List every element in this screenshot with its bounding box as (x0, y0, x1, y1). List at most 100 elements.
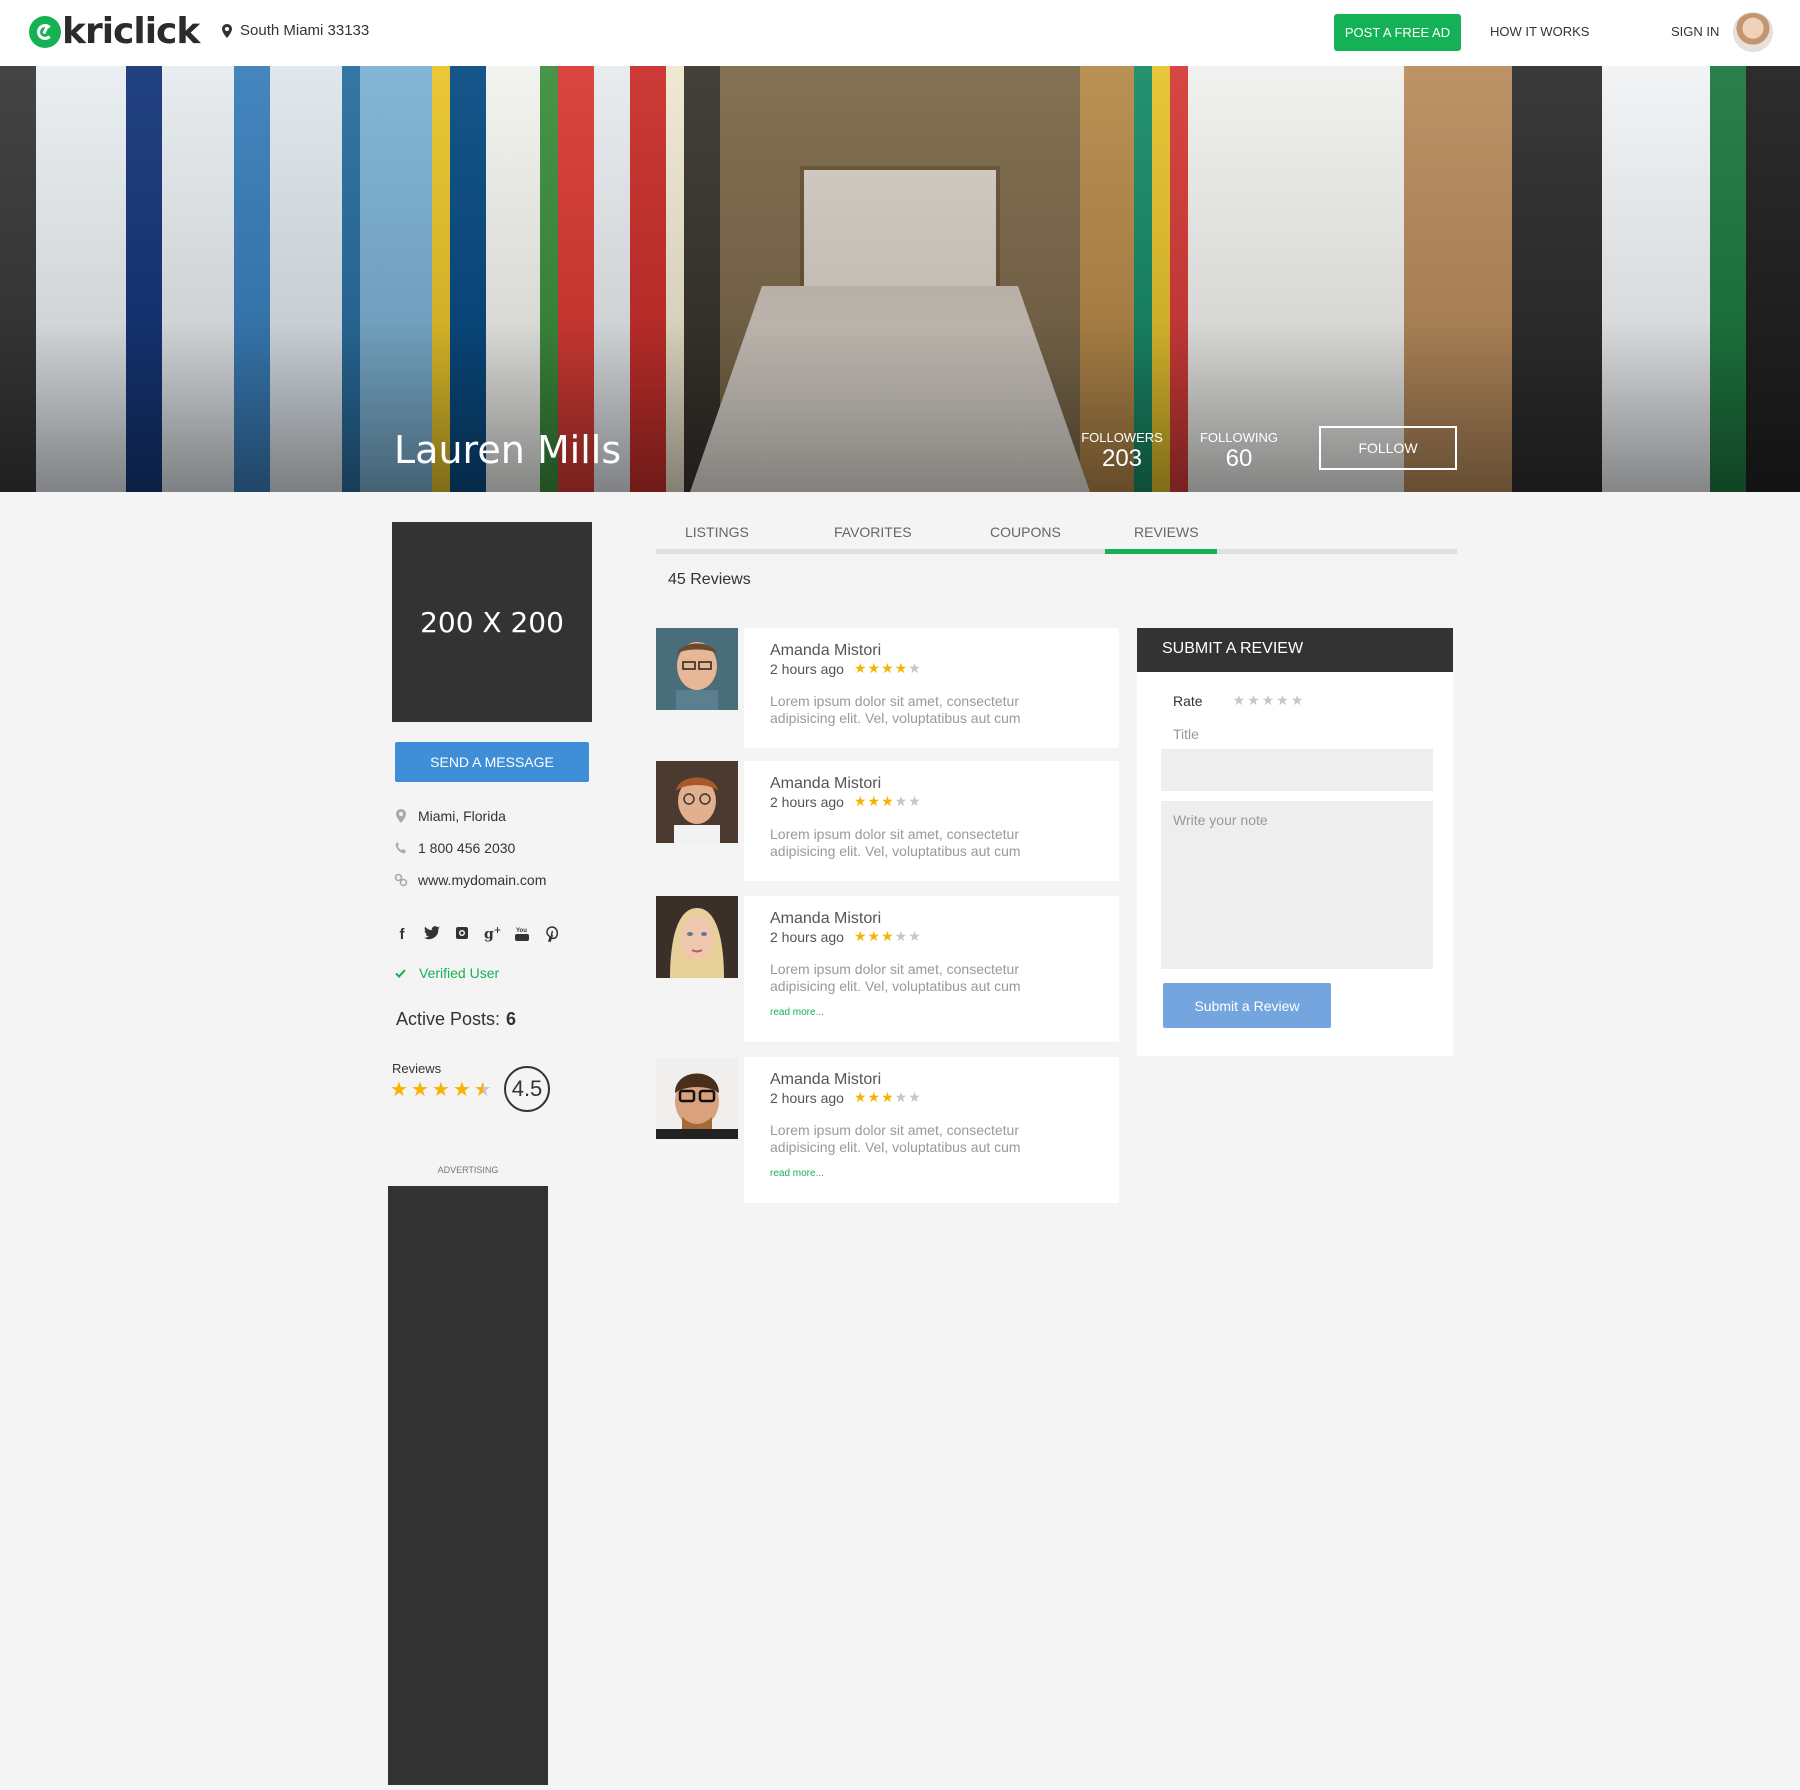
twitter-icon[interactable] (424, 926, 440, 946)
profile-phone[interactable]: 1 800 456 2030 (394, 840, 515, 856)
review-time: 2 hours ago (770, 1089, 844, 1106)
star-icon: ★ (390, 1079, 408, 1101)
review-time: 2 hours ago (770, 660, 844, 677)
rate-stars: ★ ★ ★ ★ ★ (1233, 692, 1304, 709)
tab-reviews[interactable]: REVIEWS (1134, 524, 1199, 540)
tab-favorites[interactable]: FAVORITES (834, 524, 912, 540)
review-stars: ★ ★ ★ ★ ★ (854, 928, 921, 945)
post-free-ad-button[interactable]: POST A FREE AD (1334, 14, 1461, 51)
following-stat[interactable]: FOLLOWING 60 (1196, 430, 1282, 471)
star-icon: ★ (431, 1079, 450, 1101)
followers-count: 203 (1101, 445, 1143, 472)
star-icon: ★ (908, 793, 921, 809)
map-pin-icon (394, 808, 408, 824)
reviewer-avatar[interactable] (656, 896, 738, 978)
review-text: Lorem ipsum dolor sit amet, consectetur … (770, 961, 1021, 994)
submit-review-button[interactable]: Submit a Review (1163, 983, 1331, 1028)
star-icon: ★ (452, 1079, 471, 1101)
rating-input: Rate ★ ★ ★ ★ ★ (1173, 692, 1303, 709)
review-meta: 2 hours ago ★ ★ ★ ★ ★ (770, 660, 1093, 677)
checkmark-icon (395, 965, 407, 981)
review-stars: ★ ★ ★ ★ ★ (854, 1089, 921, 1106)
star-icon: ★ (881, 660, 894, 676)
following-count: 60 (1225, 445, 1253, 472)
star-icon: ★ (894, 928, 908, 944)
star-icon[interactable]: ★ (1291, 692, 1304, 709)
overall-rating-stars: ★ ★ ★ ★ ★ (390, 1077, 492, 1102)
star-icon: ★ (853, 793, 867, 809)
star-icon: ★ (894, 793, 908, 809)
send-message-button[interactable]: SEND A MESSAGE (395, 742, 589, 782)
review-stars: ★ ★ ★ ★ ★ (854, 660, 921, 677)
reviews-summary-label: Reviews (392, 1061, 442, 1076)
reviewer-name[interactable]: Amanda Mistori (770, 1071, 1093, 1089)
reviewer-name[interactable]: Amanda Mistori (770, 642, 1093, 660)
profile-website[interactable]: www.mydomain.com (394, 872, 546, 888)
location-selector[interactable]: South Miami 33133 (222, 22, 369, 39)
active-posts-label: Active Posts: (396, 1009, 501, 1029)
review-time: 2 hours ago (770, 793, 844, 810)
star-icon[interactable]: ★ (1276, 692, 1289, 709)
submit-review-panel: SUBMIT A REVIEW Rate ★★★★★ Title Submit … (1137, 628, 1453, 1056)
advertising-banner[interactable] (388, 1186, 548, 1785)
social-links: f g+ You (394, 926, 560, 946)
star-icon[interactable]: ★ (1262, 692, 1275, 709)
verified-user-text: Verified User (419, 965, 500, 981)
star-icon: ★ (881, 793, 894, 809)
map-pin-icon (222, 23, 232, 38)
brand-logo[interactable]: kriclick (29, 11, 200, 52)
cover-image: Lauren Mills FOLLOWERS 203 FOLLOWING 60 … (0, 66, 1800, 492)
reviews-count: 45 Reviews (668, 571, 751, 588)
tab-coupons[interactable]: COUPONS (990, 524, 1061, 540)
link-icon (394, 872, 408, 888)
svg-text:You: You (516, 928, 527, 934)
half-star-icon: ★ (473, 1079, 492, 1101)
reviewer-avatar[interactable] (656, 628, 738, 710)
rate-label: Rate (1173, 692, 1203, 709)
reviewer-name[interactable]: Amanda Mistori (770, 775, 1093, 793)
star-icon: ★ (908, 660, 921, 676)
facebook-icon[interactable]: f (394, 926, 410, 946)
star-icon: ★ (894, 660, 908, 676)
read-more-link[interactable]: read more... (770, 1007, 1093, 1018)
logo-mark-icon (29, 16, 61, 48)
profile-phone-text: 1 800 456 2030 (418, 840, 516, 856)
review-title-input[interactable] (1161, 749, 1433, 791)
followers-stat[interactable]: FOLLOWERS 203 (1079, 430, 1165, 471)
tab-listings[interactable]: LISTINGS (685, 524, 749, 540)
pinterest-icon[interactable] (544, 926, 560, 946)
overall-rating-score: 4.5 (504, 1066, 550, 1112)
review-meta: 2 hours ago ★ ★ ★ ★ ★ (770, 1089, 1093, 1106)
profile-tabs: LISTINGS FAVORITES COUPONS REVIEWS (656, 518, 1457, 554)
read-more-link[interactable]: read more... (770, 1168, 1093, 1179)
advertising-label: ADVERTISING (437, 1165, 499, 1175)
following-label: FOLLOWING (1199, 430, 1278, 445)
review-meta: 2 hours ago ★ ★ ★ ★ ★ (770, 928, 1093, 945)
sign-in-link[interactable]: SIGN IN (1671, 24, 1719, 39)
review-text: Lorem ipsum dolor sit amet, consectetur … (770, 826, 1021, 859)
reviewer-avatar[interactable] (656, 761, 738, 843)
reviewer-avatar[interactable] (656, 1057, 738, 1139)
review-text: Lorem ipsum dolor sit amet, consectetur … (770, 1122, 1021, 1155)
active-posts: Active Posts: 6 (396, 1009, 516, 1030)
title-label: Title (1173, 726, 1199, 742)
follow-button[interactable]: FOLLOW (1319, 426, 1457, 470)
brand-name: kriclick (62, 11, 200, 52)
review-content: Amanda Mistori 2 hours ago ★ ★ ★ ★ ★ Lorem i… (744, 896, 1119, 1042)
review-note-textarea[interactable] (1161, 801, 1433, 969)
user-avatar[interactable] (1733, 12, 1773, 52)
star-icon[interactable]: ★ (1247, 692, 1260, 709)
phone-icon (394, 840, 408, 856)
star-icon: ★ (881, 928, 894, 944)
reviewer-name[interactable]: Amanda Mistori (770, 910, 1093, 928)
star-icon: ★ (894, 1089, 908, 1105)
verified-user-badge: Verified User (395, 965, 499, 981)
instagram-icon[interactable] (454, 926, 470, 946)
profile-photo-placeholder: 200 X 200 (392, 522, 592, 722)
youtube-icon[interactable]: You (514, 926, 530, 946)
how-it-works-link[interactable]: HOW IT WORKS (1490, 24, 1589, 39)
review-stars: ★ ★ ★ ★ ★ (854, 793, 921, 810)
star-icon[interactable]: ★ (1233, 692, 1246, 709)
active-posts-count: 6 (506, 1009, 517, 1029)
google-plus-icon[interactable]: g+ (484, 926, 501, 946)
